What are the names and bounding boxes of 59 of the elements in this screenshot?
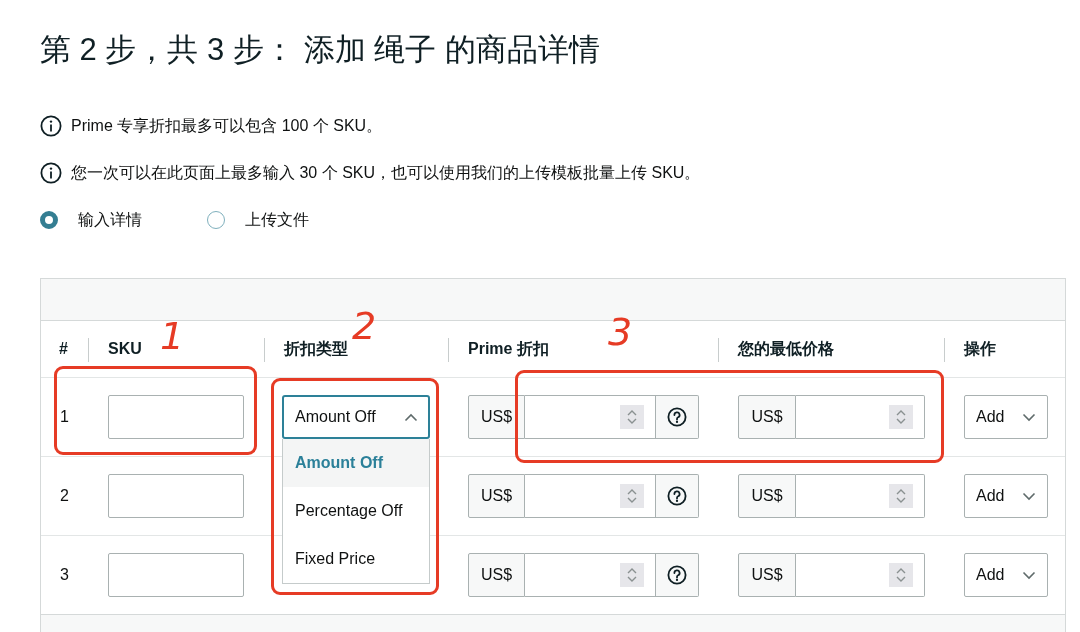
radio-label[interactable]: 输入详情 bbox=[78, 208, 142, 232]
sku-input[interactable] bbox=[108, 474, 244, 518]
annotation-number: 3 bbox=[608, 312, 633, 352]
price-input[interactable] bbox=[796, 474, 925, 518]
sku-input[interactable] bbox=[108, 553, 244, 597]
spinner-icon[interactable] bbox=[889, 563, 913, 587]
column-header: 操作 bbox=[964, 339, 996, 359]
chevron-down-icon bbox=[1022, 491, 1036, 501]
action-select[interactable]: Add bbox=[964, 474, 1048, 518]
spinner-icon[interactable] bbox=[620, 563, 644, 587]
price-input[interactable] bbox=[525, 474, 656, 518]
price-input[interactable] bbox=[525, 553, 656, 597]
annotation-number: 1 bbox=[160, 316, 185, 356]
chevron-up-icon bbox=[404, 412, 418, 422]
chevron-down-icon bbox=[1022, 570, 1036, 580]
row-number: 2 bbox=[60, 486, 69, 506]
help-icon bbox=[667, 486, 687, 506]
price-input[interactable] bbox=[796, 553, 925, 597]
help-button[interactable] bbox=[656, 474, 699, 518]
row-number: 1 bbox=[60, 407, 69, 427]
currency-label: US$ bbox=[738, 553, 796, 597]
price-input[interactable] bbox=[796, 395, 925, 439]
annotation-number: 2 bbox=[352, 306, 377, 346]
row-number: 3 bbox=[60, 565, 69, 585]
help-button[interactable] bbox=[656, 395, 699, 439]
action-select[interactable]: Add bbox=[964, 553, 1048, 597]
currency-label: US$ bbox=[738, 395, 796, 439]
spinner-icon[interactable] bbox=[889, 405, 913, 429]
action-select[interactable]: Add bbox=[964, 395, 1048, 439]
chevron-down-icon bbox=[1022, 412, 1036, 422]
spinner-icon[interactable] bbox=[620, 405, 644, 429]
help-icon bbox=[667, 407, 687, 427]
help-button[interactable] bbox=[656, 553, 699, 597]
column-header: Prime 折扣 bbox=[468, 339, 549, 359]
dropdown-option[interactable]: Percentage Off bbox=[283, 487, 429, 535]
currency-label: US$ bbox=[468, 395, 525, 439]
currency-label: US$ bbox=[738, 474, 796, 518]
dropdown-option[interactable]: Amount Off bbox=[283, 439, 429, 487]
page-title: 第 2 步，共 3 步： 添加 绳子 的商品详情 bbox=[40, 31, 600, 69]
column-header: SKU bbox=[108, 339, 142, 359]
currency-label: US$ bbox=[468, 474, 525, 518]
column-header: # bbox=[59, 339, 68, 359]
price-input[interactable] bbox=[525, 395, 656, 439]
radio-button[interactable] bbox=[207, 211, 225, 229]
column-header: 折扣类型 bbox=[284, 339, 348, 359]
sku-input[interactable] bbox=[108, 395, 244, 439]
info-text: Prime 专享折扣最多可以包含 100 个 SKU。 bbox=[71, 116, 383, 136]
column-header: 您的最低价格 bbox=[738, 339, 834, 359]
dropdown-option[interactable]: Fixed Price bbox=[283, 535, 429, 583]
currency-label: US$ bbox=[468, 553, 525, 597]
radio-button[interactable] bbox=[40, 211, 58, 229]
spinner-icon[interactable] bbox=[889, 484, 913, 508]
info-icon bbox=[40, 162, 62, 184]
info-text: 您一次可以在此页面上最多输入 30 个 SKU，也可以使用我们的上传模板批量上传 SKU。 bbox=[71, 163, 701, 183]
spinner-icon[interactable] bbox=[620, 484, 644, 508]
discount-type-select[interactable]: Amount Off bbox=[282, 395, 430, 439]
radio-label[interactable]: 上传文件 bbox=[245, 208, 309, 232]
info-icon bbox=[40, 115, 62, 137]
help-icon bbox=[667, 565, 687, 585]
